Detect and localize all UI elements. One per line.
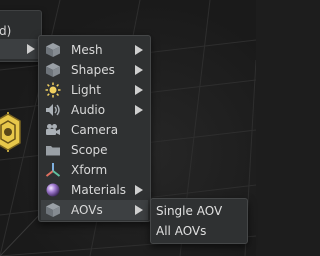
menu-item-label: Scope bbox=[71, 143, 108, 157]
folder-icon bbox=[45, 142, 61, 158]
menu-item-label: Materials bbox=[71, 183, 127, 197]
menu-item-camera[interactable]: Camera bbox=[41, 120, 148, 140]
menu-item-materials[interactable]: Materials bbox=[41, 180, 148, 200]
chevron-right-icon bbox=[135, 65, 143, 75]
menu-item-label: Xform bbox=[71, 163, 108, 177]
shapes-cube-icon bbox=[45, 62, 61, 78]
chevron-right-icon bbox=[135, 205, 143, 215]
chevron-right-icon bbox=[135, 45, 143, 55]
material-sphere-icon bbox=[45, 182, 61, 198]
menu-item-shapes[interactable]: Shapes bbox=[41, 60, 148, 80]
camera-icon bbox=[45, 122, 61, 138]
aov-cube-icon bbox=[45, 202, 61, 218]
cube-icon bbox=[45, 42, 61, 58]
create-submenu: Mesh Shapes Light Audio Camera Scope Xfo… bbox=[38, 35, 151, 222]
speaker-icon bbox=[45, 102, 61, 118]
menu-item-all-aovs[interactable]: All AOVs bbox=[156, 221, 206, 241]
menu-item-label: Audio bbox=[71, 103, 106, 117]
chevron-right-icon bbox=[135, 185, 143, 195]
parent-menu-label[interactable]: d) bbox=[0, 24, 11, 38]
chevron-right-icon bbox=[27, 44, 35, 54]
light-gizmo-icon[interactable] bbox=[0, 112, 26, 152]
menu-item-xform[interactable]: Xform bbox=[41, 160, 148, 180]
menu-item-label: Mesh bbox=[71, 43, 103, 57]
chevron-right-icon bbox=[135, 105, 143, 115]
menu-item-aovs[interactable]: AOVs bbox=[41, 200, 148, 220]
menu-item-label: Shapes bbox=[71, 63, 115, 77]
axes-icon bbox=[45, 162, 61, 178]
light-icon bbox=[45, 82, 61, 98]
menu-item-label: Camera bbox=[71, 123, 119, 137]
menu-item-audio[interactable]: Audio bbox=[41, 100, 148, 120]
create-menu-item[interactable] bbox=[0, 39, 41, 59]
chevron-right-icon bbox=[135, 85, 143, 95]
aov-submenu: Single AOV All AOVs bbox=[150, 198, 248, 244]
menu-item-single-aov[interactable]: Single AOV bbox=[156, 201, 222, 221]
context-menu-parent: d) bbox=[0, 10, 42, 62]
menu-item-label: Light bbox=[71, 83, 101, 97]
menu-item-scope[interactable]: Scope bbox=[41, 140, 148, 160]
menu-item-mesh[interactable]: Mesh bbox=[41, 40, 148, 60]
menu-item-light[interactable]: Light bbox=[41, 80, 148, 100]
menu-item-label: AOVs bbox=[71, 203, 103, 217]
